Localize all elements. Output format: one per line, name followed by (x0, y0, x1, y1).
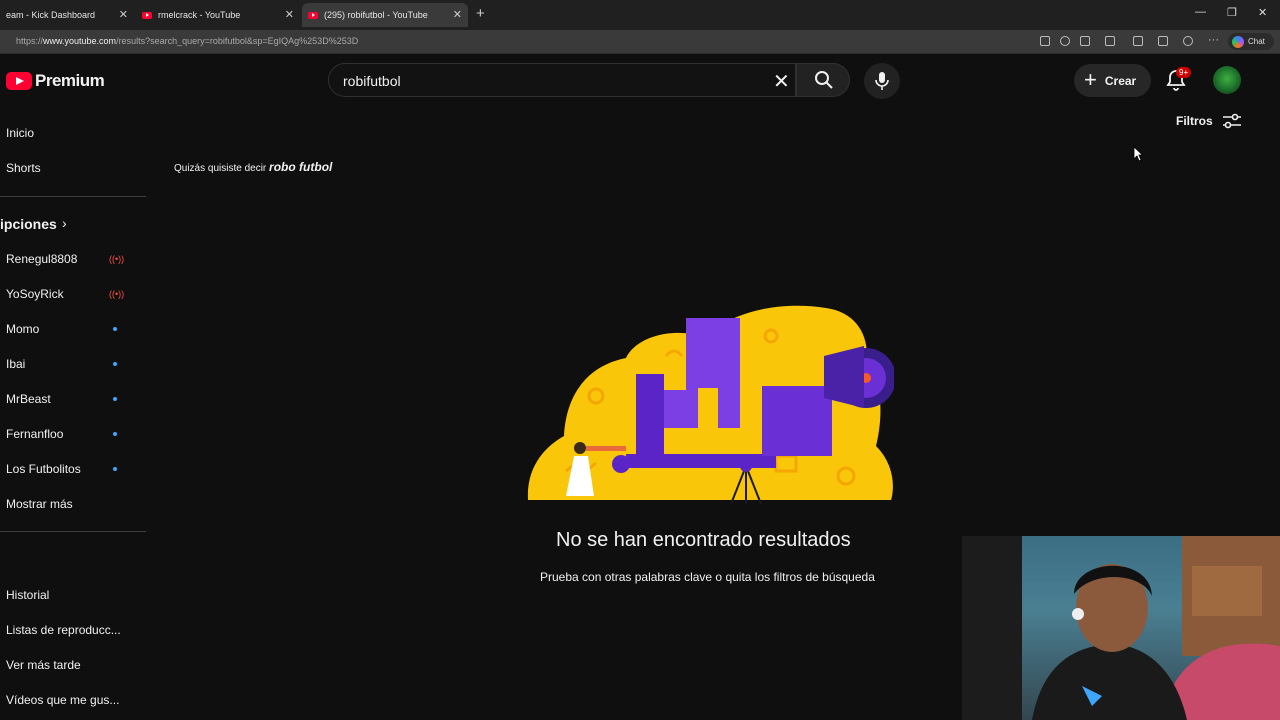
filter-sliders-icon (1222, 113, 1241, 129)
favorite-star-icon[interactable] (1080, 36, 1090, 46)
new-tab-icon[interactable]: + (476, 5, 485, 22)
new-content-dot (113, 362, 117, 366)
app-icon[interactable] (1040, 36, 1050, 46)
mouse-cursor-icon (1133, 146, 1143, 162)
browser-tab-bar: eam - Kick Dashboard ✕ rmelcrack - YouTu… (0, 0, 1280, 30)
live-indicator-icon: ((•)) (109, 254, 125, 264)
show-more-button[interactable]: Mostrar más (6, 497, 73, 511)
sidebar-item-shorts[interactable]: Shorts (6, 161, 41, 175)
close-window-icon[interactable]: ✕ (1258, 6, 1267, 19)
sidebar-item-watch-later[interactable]: Ver más tarde (6, 658, 81, 672)
zoom-icon[interactable] (1060, 36, 1070, 46)
search-button[interactable] (796, 63, 850, 97)
sidebar-item-inicio[interactable]: Inicio (6, 126, 34, 140)
new-content-dot (113, 467, 117, 471)
notification-count-badge: 9+ (1176, 67, 1192, 78)
youtube-play-icon (6, 72, 32, 90)
empty-state-subtitle: Prueba con otras palabras clave o quita … (540, 570, 875, 584)
close-tab-icon[interactable]: ✕ (119, 8, 128, 21)
subscription-item[interactable]: YoSoyRick (6, 287, 64, 301)
youtube-favicon-icon (142, 11, 152, 19)
new-content-dot (113, 397, 117, 401)
subscription-item[interactable]: Fernanfloo (6, 427, 63, 441)
new-content-dot (113, 327, 117, 331)
plus-icon: + (1084, 66, 1097, 92)
sidebar-divider (0, 196, 146, 197)
extensions-icon[interactable] (1105, 36, 1115, 46)
webcam-overlay (962, 536, 1280, 720)
chevron-right-icon[interactable]: › (62, 215, 67, 231)
webcam-image (962, 536, 1280, 720)
minimize-icon[interactable]: — (1195, 6, 1206, 18)
profile-icon[interactable] (1183, 36, 1193, 46)
sidebar-item-liked-videos[interactable]: Vídeos que me gus... (6, 693, 119, 707)
subscription-item[interactable]: Momo (6, 322, 39, 336)
close-tab-icon[interactable]: ✕ (285, 8, 294, 21)
address-bar[interactable]: https://www.youtube.com/results?search_q… (0, 30, 1280, 54)
filters-button[interactable]: Filtros (1176, 112, 1243, 130)
sidebar-item-playlists[interactable]: Listas de reproducc... (6, 623, 121, 637)
favorites-icon[interactable] (1158, 36, 1168, 46)
youtube-logo[interactable]: Premium (6, 71, 105, 91)
empty-state-title: No se han encontrado resultados (556, 529, 851, 551)
tab-title: (295) robifutbol - YouTube (324, 10, 428, 20)
more-menu-icon[interactable]: ··· (1208, 34, 1219, 46)
media-icon[interactable] (1133, 36, 1143, 46)
tab-title: eam - Kick Dashboard (6, 10, 96, 20)
url-text[interactable]: https://www.youtube.com/results?search_q… (16, 36, 358, 46)
browser-tab[interactable]: rmelcrack - YouTube ✕ (136, 3, 300, 27)
subscription-item[interactable]: Renegul8808 (6, 252, 77, 266)
microphone-icon (875, 72, 889, 90)
close-tab-icon[interactable]: ✕ (453, 8, 462, 21)
did-you-mean: Quizás quisiste decir robo futbol (174, 160, 333, 174)
avatar[interactable] (1213, 66, 1241, 94)
logo-text: Premium (35, 71, 105, 90)
create-button[interactable]: + Crear (1074, 64, 1151, 97)
restore-icon[interactable]: ❐ (1227, 6, 1237, 19)
sidebar-item-history[interactable]: Historial (6, 588, 49, 602)
youtube-favicon-icon (308, 11, 318, 19)
search-icon (815, 71, 833, 89)
subscription-item[interactable]: MrBeast (6, 392, 51, 406)
copilot-chat-button[interactable]: Chat (1228, 33, 1274, 50)
search-input[interactable]: robifutbol (343, 73, 401, 89)
clear-search-icon[interactable]: ✕ (773, 69, 790, 94)
subscription-item[interactable]: Los Futbolitos (6, 462, 81, 476)
browser-tab[interactable]: eam - Kick Dashboard ✕ (0, 3, 134, 27)
suggested-query-link[interactable]: robo futbol (269, 160, 332, 174)
new-content-dot (113, 432, 117, 436)
search-box[interactable]: robifutbol ✕ (328, 63, 796, 97)
sidebar-divider (0, 531, 146, 532)
tab-title: rmelcrack - YouTube (158, 10, 241, 20)
subscriptions-heading[interactable]: ipciones (0, 216, 57, 232)
subscription-item[interactable]: Ibai (6, 357, 25, 371)
browser-tab-active[interactable]: (295) robifutbol - YouTube ✕ (302, 3, 468, 27)
voice-search-button[interactable] (864, 63, 900, 99)
no-results-illustration (527, 305, 894, 504)
copilot-icon (1232, 35, 1244, 48)
live-indicator-icon: ((•)) (109, 289, 125, 299)
